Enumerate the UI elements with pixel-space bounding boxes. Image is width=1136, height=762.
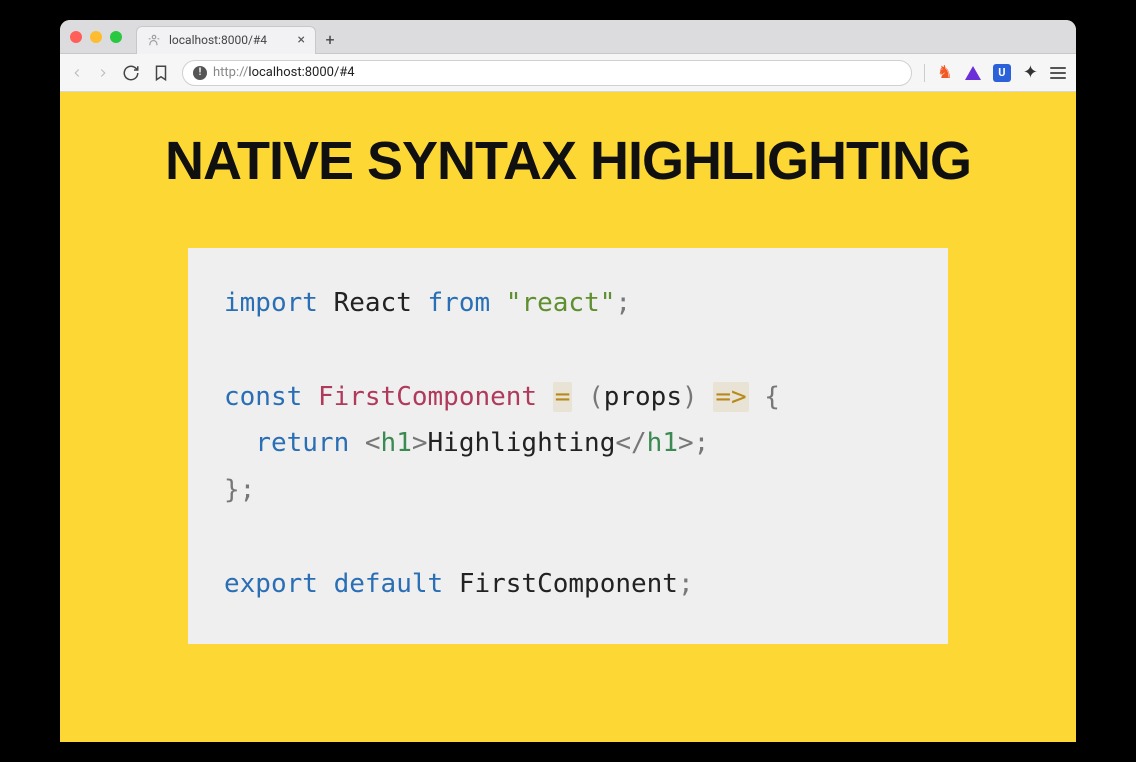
site-favicon-icon: [147, 33, 161, 47]
token-assign: =: [553, 382, 573, 412]
token-semicolon-2: ;: [694, 428, 710, 458]
token-tag-open-l: <: [365, 428, 381, 458]
token-semicolon-4: ;: [678, 569, 694, 599]
token-export: export: [224, 569, 318, 599]
token-tag-close-r: >: [678, 428, 694, 458]
bookmark-button[interactable]: [152, 64, 170, 82]
tab-bar: localhost:8000/#4 × +: [60, 20, 1076, 54]
forward-button[interactable]: [96, 66, 110, 80]
close-window-button[interactable]: [70, 31, 82, 43]
code-line-2: const FirstComponent = (props) => {: [224, 374, 912, 421]
token-arrow: =>: [713, 382, 748, 412]
separator: [924, 64, 925, 82]
token-export-name: FirstComponent: [459, 569, 678, 599]
url-host-path: localhost:8000/#4: [248, 65, 354, 80]
page-title: NATIVE SYNTAX HIGHLIGHTING: [165, 130, 971, 192]
traffic-lights: [70, 31, 122, 43]
token-rbrace: }: [224, 475, 240, 505]
token-semicolon: ;: [615, 288, 631, 318]
token-tag-close-l: </: [615, 428, 646, 458]
token-tag-name-open: h1: [381, 428, 412, 458]
token-tag-open-r: >: [412, 428, 428, 458]
browser-window: localhost:8000/#4 × + ! http://localhost…: [60, 20, 1076, 742]
code-line-blank-2: [224, 514, 912, 561]
brave-shields-icon[interactable]: ♞: [937, 62, 953, 83]
site-info-icon[interactable]: !: [193, 66, 207, 80]
code-line-3: return <h1>Highlighting</h1>;: [224, 420, 912, 467]
token-tag-name-close: h1: [647, 428, 678, 458]
maximize-window-button[interactable]: [110, 31, 122, 43]
token-lbrace: {: [764, 382, 780, 412]
back-button[interactable]: [70, 66, 84, 80]
code-line-4: };: [224, 467, 912, 514]
token-lparen: (: [588, 382, 604, 412]
address-bar[interactable]: ! http://localhost:8000/#4: [182, 60, 912, 86]
tab-title: localhost:8000/#4: [169, 33, 267, 47]
token-rparen: ): [682, 382, 698, 412]
token-param: props: [604, 382, 682, 412]
reload-button[interactable]: [122, 64, 140, 82]
token-default: default: [334, 569, 444, 599]
token-return: return: [255, 428, 349, 458]
toolbar-right-icons: ♞ U ✦: [924, 62, 1066, 83]
code-line-1: import React from "react";: [224, 280, 912, 327]
token-semicolon-3: ;: [240, 475, 256, 505]
shield-extension-icon[interactable]: U: [993, 64, 1011, 82]
token-import: import: [224, 288, 318, 318]
triangle-extension-icon[interactable]: [965, 66, 981, 80]
new-tab-button[interactable]: +: [316, 26, 344, 54]
token-react: React: [334, 288, 412, 318]
url-scheme: http://: [213, 65, 248, 80]
extensions-icon[interactable]: ✦: [1023, 62, 1038, 83]
token-react-string: "react": [506, 288, 616, 318]
token-const: const: [224, 382, 302, 412]
code-line-5: export default FirstComponent;: [224, 561, 912, 608]
page-content: NATIVE SYNTAX HIGHLIGHTING import React …: [60, 92, 1076, 742]
code-line-blank-1: [224, 327, 912, 374]
close-tab-button[interactable]: ×: [298, 32, 305, 48]
token-from: from: [428, 288, 491, 318]
browser-toolbar: ! http://localhost:8000/#4 ♞ U ✦: [60, 54, 1076, 92]
code-block: import React from "react"; const FirstCo…: [188, 248, 948, 644]
minimize-window-button[interactable]: [90, 31, 102, 43]
url-text: http://localhost:8000/#4: [213, 65, 355, 80]
menu-button[interactable]: [1050, 67, 1066, 79]
browser-tab[interactable]: localhost:8000/#4 ×: [136, 26, 316, 54]
token-fn-name: FirstComponent: [318, 382, 537, 412]
token-jsx-content: Highlighting: [428, 428, 616, 458]
